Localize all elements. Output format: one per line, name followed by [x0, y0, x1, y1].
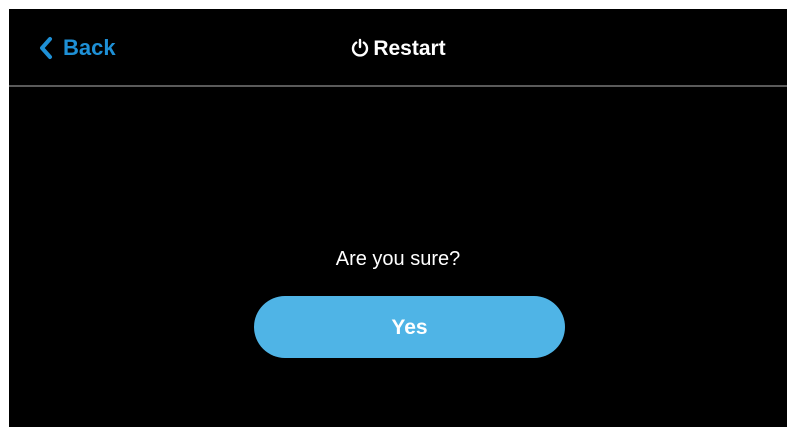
header-bar: Back Restart	[9, 9, 787, 85]
yes-button[interactable]: Yes	[254, 296, 565, 358]
title-text: Restart	[373, 36, 446, 60]
restart-screen: Back Restart Are you sure? Yes	[9, 9, 787, 427]
header-divider	[9, 85, 787, 87]
page-title: Restart	[9, 31, 787, 65]
power-icon	[352, 38, 369, 57]
yes-label: Yes	[391, 315, 428, 339]
confirmation-question: Are you sure?	[335, 248, 461, 270]
